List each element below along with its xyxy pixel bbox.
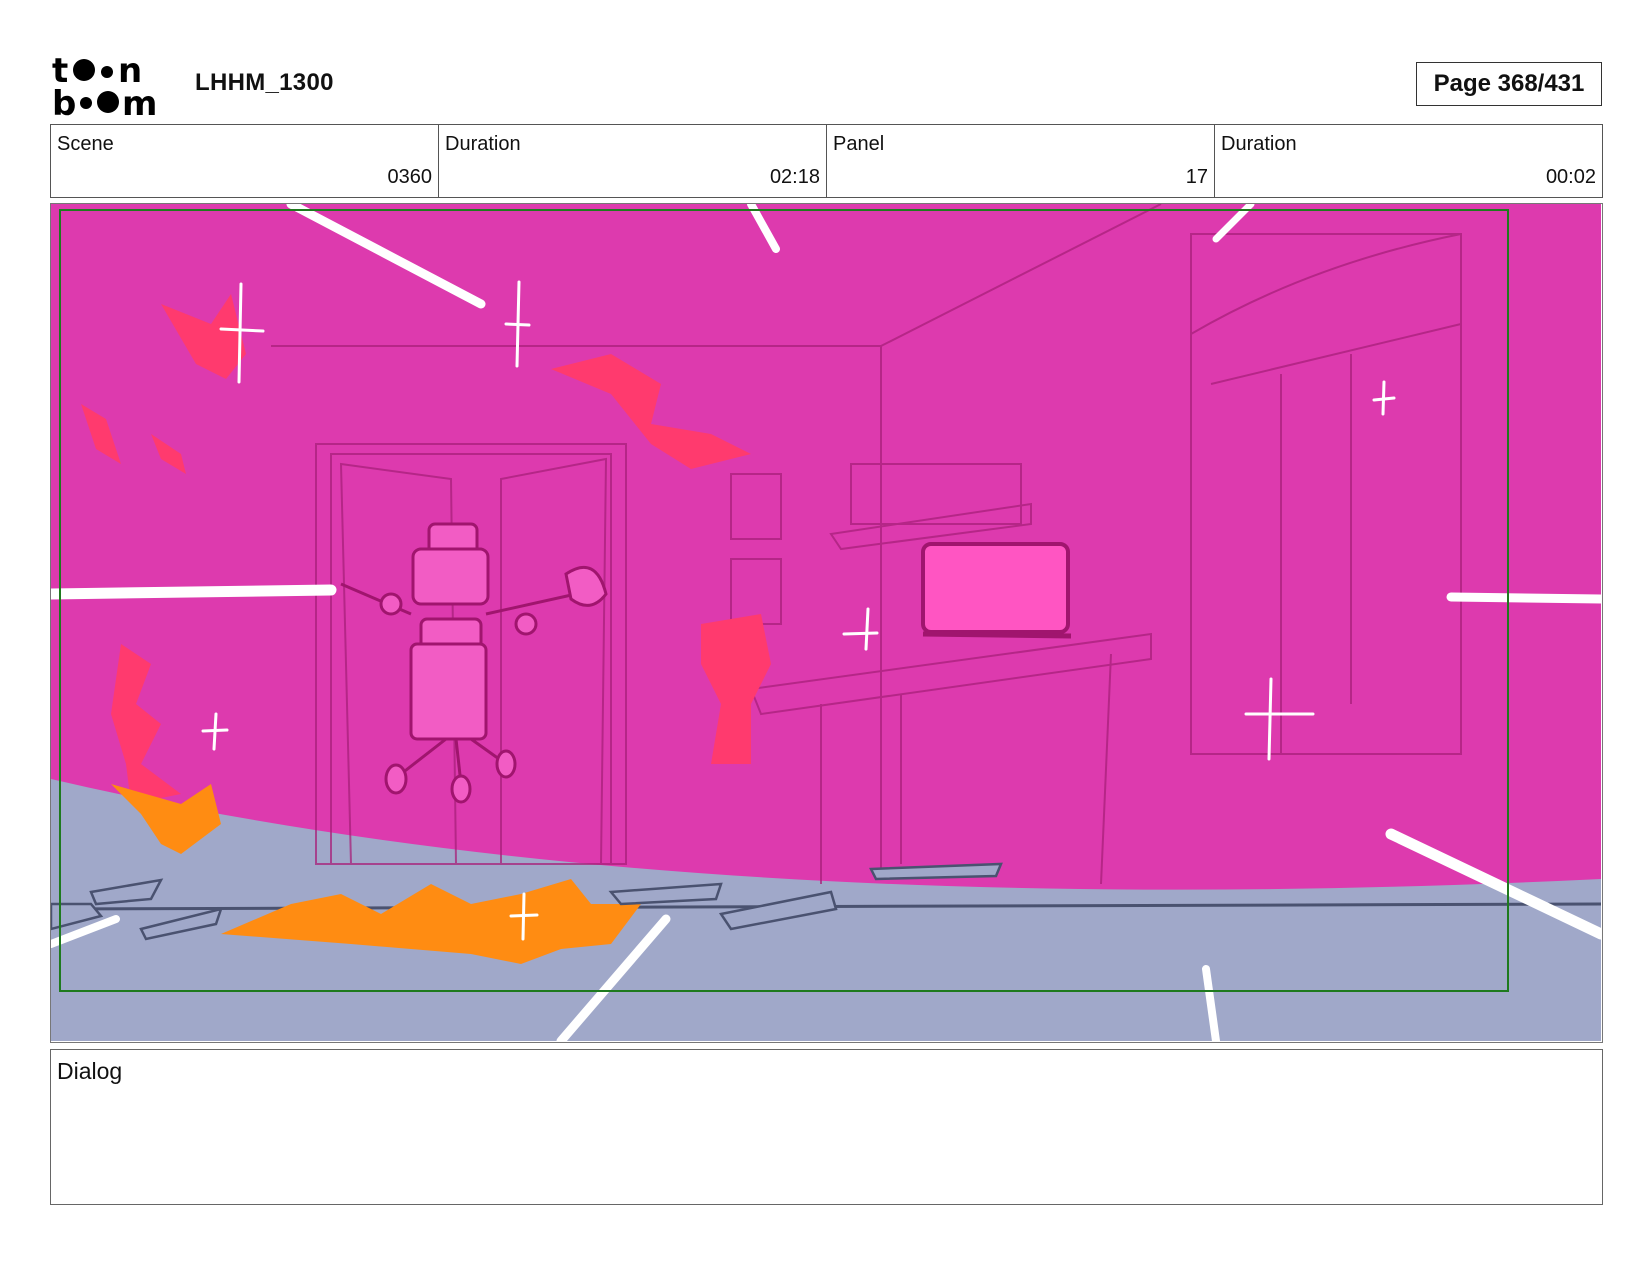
dialog-box: Dialog — [50, 1049, 1603, 1205]
scene-value: 0360 — [387, 166, 433, 188]
tv-stand — [922, 631, 1072, 639]
logo-dot — [73, 59, 95, 81]
logo-text-bottom: m — [122, 84, 157, 118]
panel-duration-cell: Duration 00:02 — [1215, 125, 1602, 197]
tv-screen — [921, 542, 1070, 634]
logo-dot — [80, 97, 92, 109]
logo-text-bottom: b — [52, 84, 76, 118]
scene-duration-label: Duration — [445, 133, 521, 155]
scene-duration-value: 02:18 — [769, 166, 820, 188]
logo-dot — [101, 66, 113, 78]
panel-duration-value: 00:02 — [1545, 166, 1596, 188]
page-number: Page 368/431 — [1416, 62, 1602, 106]
dialog-label: Dialog — [57, 1058, 123, 1084]
storyboard-panel — [50, 203, 1603, 1043]
logo-dot — [97, 91, 119, 113]
panel-duration-label: Duration — [1221, 133, 1297, 155]
toon-boom-logo: t n b m — [52, 52, 157, 118]
panel-value: 17 — [1185, 166, 1208, 188]
panel-cell: Panel 17 — [827, 125, 1215, 197]
panel-label: Panel — [833, 133, 885, 155]
scene-label: Scene — [57, 133, 114, 155]
scene-duration-cell: Duration 02:18 — [439, 125, 827, 197]
panel-drawing — [51, 204, 1601, 1041]
scene-cell: Scene 0360 — [51, 125, 439, 197]
scene-info-bar: Scene 0360 Duration 02:18 Panel 17 Durat… — [50, 124, 1603, 198]
project-title: LHHM_1300 — [195, 69, 334, 96]
